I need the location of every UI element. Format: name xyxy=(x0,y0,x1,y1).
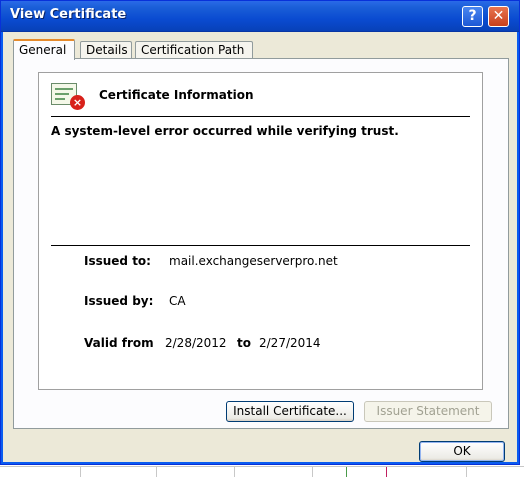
valid-to-label: to xyxy=(237,336,251,350)
background-grid xyxy=(0,466,524,477)
ok-button[interactable]: OK xyxy=(419,441,505,462)
certificate-info-box: × Certificate Information A system-level… xyxy=(38,72,483,390)
general-tab-panel: × Certificate Information A system-level… xyxy=(13,58,509,429)
tab-general[interactable]: General xyxy=(13,39,75,60)
close-button[interactable]: ✕ xyxy=(488,6,509,27)
valid-from-value: 2/28/2012 xyxy=(165,336,227,350)
issued-to-value: mail.exchangeserverpro.net xyxy=(169,254,338,268)
valid-from-label: Valid from xyxy=(84,336,154,350)
issued-by-value: CA xyxy=(169,294,186,308)
install-certificate-button[interactable]: Install Certificate... xyxy=(226,401,354,422)
close-icon: ✕ xyxy=(492,8,505,24)
trust-error-message: A system-level error occurred while veri… xyxy=(51,124,399,138)
divider xyxy=(51,116,470,117)
view-certificate-window: View Certificate ? ✕ General Details Cer… xyxy=(0,0,520,465)
help-icon: ? xyxy=(468,8,477,24)
tab-details[interactable]: Details xyxy=(80,41,132,59)
tab-certification-path[interactable]: Certification Path xyxy=(135,41,253,59)
certificate-information-title: Certificate Information xyxy=(99,88,254,102)
divider xyxy=(51,245,470,246)
issued-to-label: Issued to: xyxy=(84,254,151,268)
certificate-error-icon: × xyxy=(51,83,85,110)
valid-to-value: 2/27/2014 xyxy=(259,336,321,350)
issuer-statement-button[interactable]: Issuer Statement xyxy=(364,401,492,422)
help-button[interactable]: ? xyxy=(462,6,483,27)
window-title: View Certificate xyxy=(10,7,127,22)
issued-by-label: Issued by: xyxy=(84,294,154,308)
title-bar[interactable]: View Certificate ? ✕ xyxy=(1,1,519,32)
error-x-icon: × xyxy=(70,95,85,110)
